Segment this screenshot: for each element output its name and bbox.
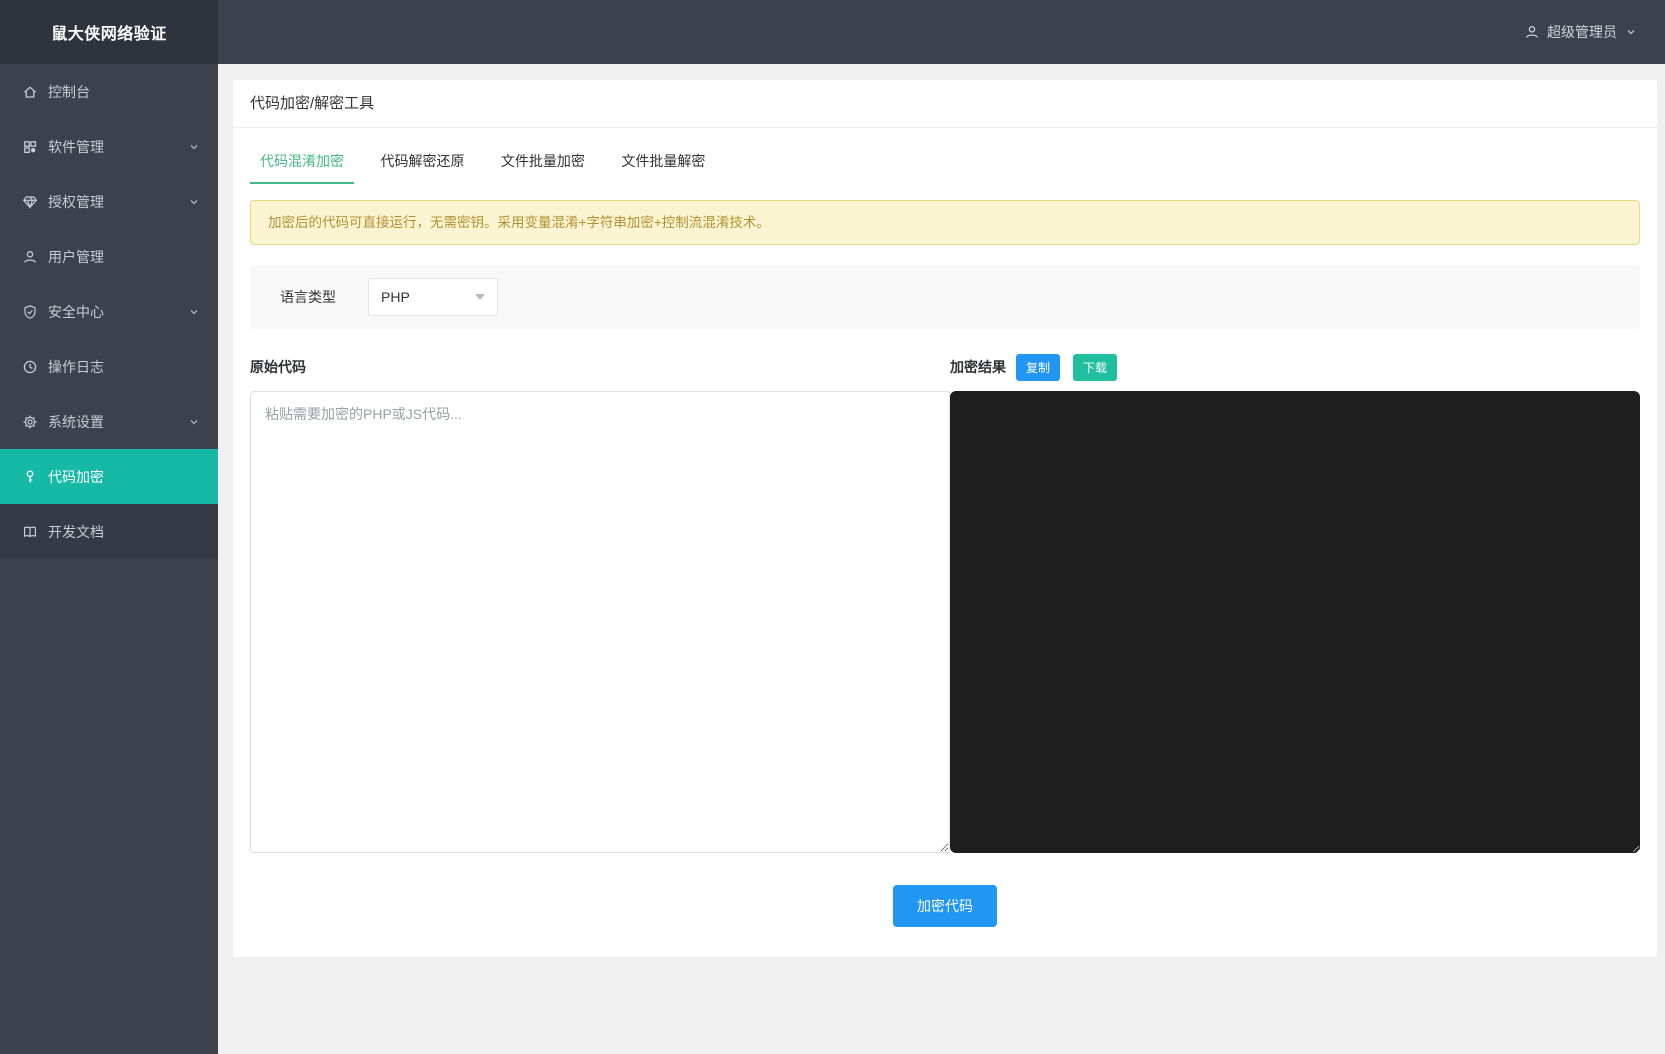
sidebar-item-label: 代码加密 <box>48 467 200 487</box>
sidebar-item-users[interactable]: 用户管理 <box>0 229 218 284</box>
sidebar-item-console[interactable]: 控制台 <box>0 64 218 119</box>
result-label: 加密结果 <box>950 357 1006 377</box>
chevron-down-icon <box>188 416 200 428</box>
gear-icon <box>22 414 38 430</box>
source-code-label: 原始代码 <box>250 357 950 377</box>
language-selected-value: PHP <box>381 289 475 305</box>
tab-batch-decrypt[interactable]: 文件批量解密 <box>611 142 715 184</box>
copy-button[interactable]: 复制 <box>1016 354 1060 381</box>
sidebar-item-docs[interactable]: 开发文档 <box>0 504 218 559</box>
sidebar: 鼠大侠网络验证 控制台 软件管理 授权管理 用户管理 安全 <box>0 0 218 1054</box>
tab-decrypt-restore[interactable]: 代码解密还原 <box>370 142 474 184</box>
tab-obfuscate-encrypt[interactable]: 代码混淆加密 <box>250 142 354 184</box>
encrypted-result-area[interactable] <box>950 391 1640 853</box>
sidebar-item-logs[interactable]: 操作日志 <box>0 339 218 394</box>
tab-batch-encrypt[interactable]: 文件批量加密 <box>491 142 595 184</box>
user-icon <box>1524 24 1540 40</box>
sidebar-item-label: 用户管理 <box>48 247 200 267</box>
sidebar-item-software[interactable]: 软件管理 <box>0 119 218 174</box>
topbar: 超级管理员 <box>218 0 1665 64</box>
language-select[interactable]: PHP <box>368 278 498 316</box>
sidebar-item-label: 安全中心 <box>48 302 188 322</box>
footer-actions: 加密代码 <box>233 885 1657 927</box>
sidebar-item-label: 系统设置 <box>48 412 188 432</box>
source-code-input[interactable] <box>250 391 950 853</box>
diamond-icon <box>22 194 38 210</box>
info-alert: 加密后的代码可直接运行，无需密钥。采用变量混淆+字符串加密+控制流混淆技术。 <box>250 200 1640 245</box>
key-icon <box>22 469 38 485</box>
tab-bar: 代码混淆加密 代码解密还原 文件批量加密 文件批量解密 <box>233 128 1657 185</box>
sidebar-item-label: 开发文档 <box>48 522 200 542</box>
username: 超级管理员 <box>1547 22 1617 42</box>
book-icon <box>22 524 38 540</box>
grid-icon <box>22 139 38 155</box>
chevron-down-icon <box>188 306 200 318</box>
download-button[interactable]: 下载 <box>1073 354 1117 381</box>
language-form: 语言类型 PHP <box>250 265 1640 329</box>
chevron-down-icon <box>188 196 200 208</box>
sidebar-item-security[interactable]: 安全中心 <box>0 284 218 339</box>
home-icon <box>22 84 38 100</box>
user-icon <box>22 249 38 265</box>
tool-card: 代码加密/解密工具 代码混淆加密 代码解密还原 文件批量加密 文件批量解密 加密… <box>233 80 1657 957</box>
sidebar-item-label: 控制台 <box>48 82 200 102</box>
user-menu[interactable]: 超级管理员 <box>1524 22 1637 42</box>
sidebar-item-label: 授权管理 <box>48 192 188 212</box>
app-logo: 鼠大侠网络验证 <box>0 0 218 64</box>
sidebar-item-settings[interactable]: 系统设置 <box>0 394 218 449</box>
chevron-down-icon <box>1625 26 1637 38</box>
shield-icon <box>22 304 38 320</box>
sidebar-item-code-encrypt[interactable]: 代码加密 <box>0 449 218 504</box>
sidebar-item-license[interactable]: 授权管理 <box>0 174 218 229</box>
chevron-down-icon <box>188 141 200 153</box>
clock-icon <box>22 359 38 375</box>
page-title: 代码加密/解密工具 <box>233 80 1657 128</box>
caret-down-icon <box>475 294 485 300</box>
language-label: 语言类型 <box>280 287 350 307</box>
encrypt-button[interactable]: 加密代码 <box>893 885 997 927</box>
sidebar-item-label: 软件管理 <box>48 137 188 157</box>
main-content: 代码加密/解密工具 代码混淆加密 代码解密还原 文件批量加密 文件批量解密 加密… <box>218 64 1665 1054</box>
editor-labels-row: 原始代码 加密结果 复制 下载 <box>250 355 1640 379</box>
sidebar-item-label: 操作日志 <box>48 357 200 377</box>
editor-panels <box>250 391 1640 853</box>
